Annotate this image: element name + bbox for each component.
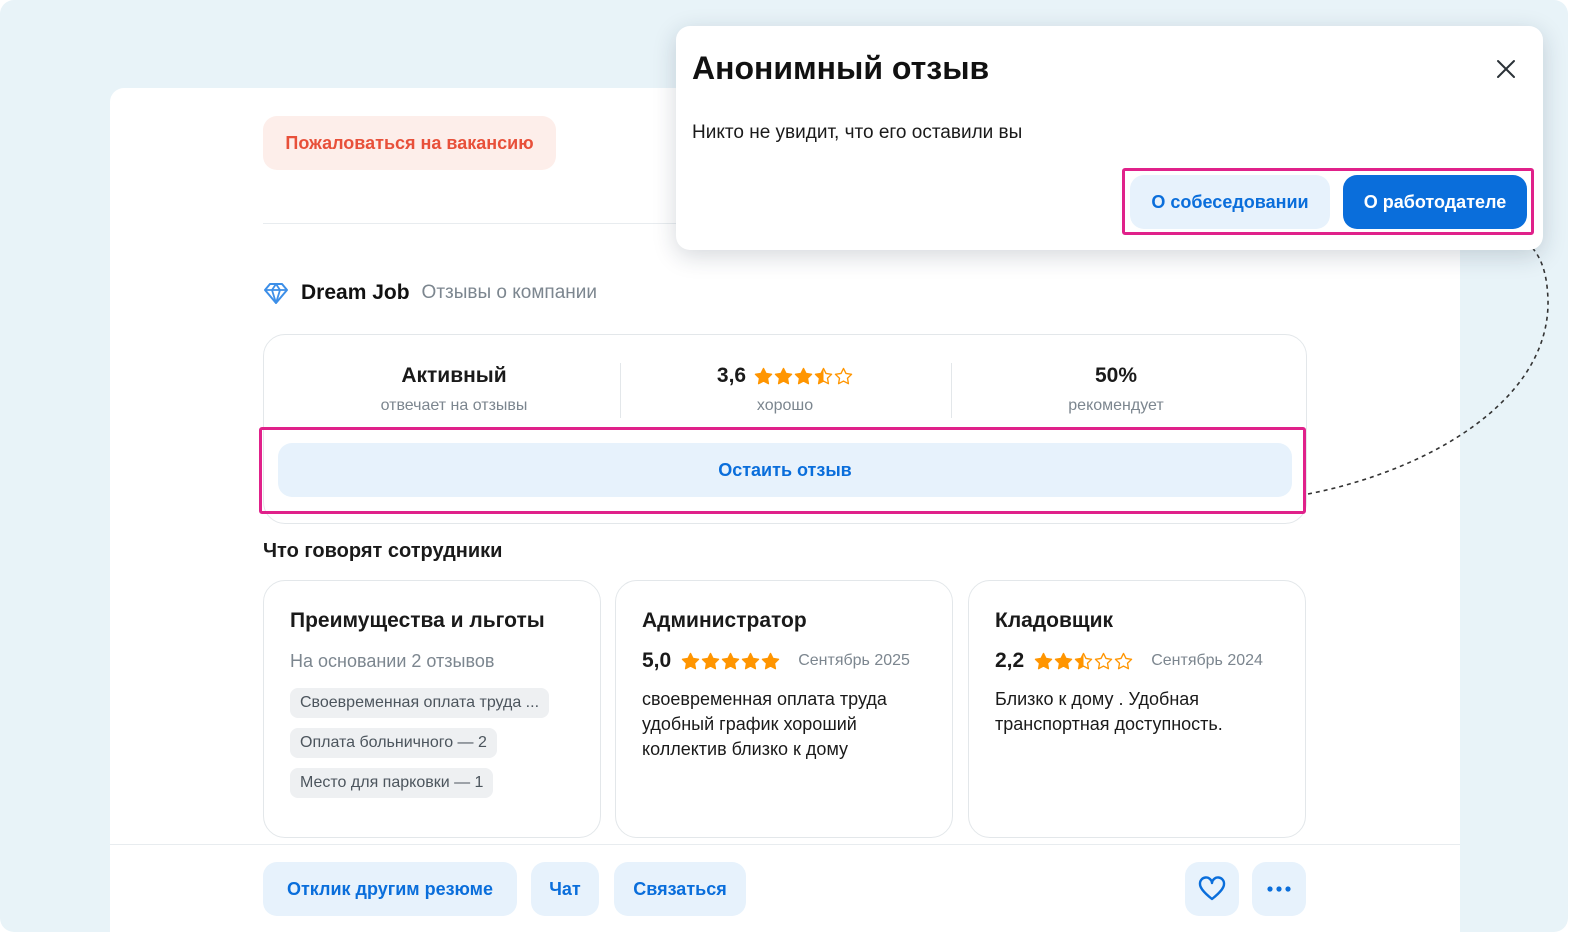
rating-stars [754, 367, 853, 386]
star-icon [1074, 652, 1093, 669]
bottom-action-bar: Отклик другим резюме Чат Связаться [110, 844, 1460, 932]
review-card[interactable]: Администратор 5,0 Сентябрь 2025 своеврем… [615, 580, 953, 838]
chat-button[interactable]: Чат [531, 862, 599, 916]
about-employer-button[interactable]: О работодателе [1343, 175, 1527, 229]
review-date: Сентябрь 2024 [1151, 652, 1263, 669]
review-role: Кладовщик [995, 609, 1114, 632]
benefits-title: Преимущества и льготы [290, 609, 545, 632]
heart-icon [1198, 876, 1226, 901]
stat-value: 3,6 [716, 364, 747, 387]
rating-stars [1034, 652, 1133, 671]
popup-description: Никто не увидит, что его оставили вы [692, 122, 1023, 143]
star-icon [681, 652, 700, 669]
star-icon [834, 367, 853, 384]
star-icon [1094, 652, 1113, 669]
benefits-card[interactable]: Преимущества и льготы На основании 2 отз… [263, 580, 601, 838]
anonymous-review-popup: Анонимный отзыв Никто не увидит, что его… [676, 26, 1543, 250]
stat-value: Активный [401, 364, 507, 387]
star-icon [754, 367, 773, 384]
benefits-tags: Своевременная оплата труда ... Оплата бо… [290, 678, 574, 798]
favorite-button[interactable] [1185, 862, 1239, 916]
review-text: своевременная оплата труда удобный графи… [642, 689, 887, 759]
review-card[interactable]: Кладовщик 2,2 Сентябрь 2024 Близко к дом… [968, 580, 1306, 838]
review-role: Администратор [642, 609, 807, 632]
benefit-tag: Оплата больничного — 2 [290, 728, 497, 758]
star-icon [794, 367, 813, 384]
respond-other-resume-button[interactable]: Отклик другим резюме [263, 862, 517, 916]
benefit-tag: Место для парковки — 1 [290, 768, 494, 798]
star-icon [814, 367, 833, 384]
stat-activity: Активный отвечает на отзывы [289, 361, 619, 415]
complain-button[interactable]: Пожаловаться на вакансию [263, 116, 556, 170]
diamond-icon [264, 283, 288, 304]
stat-label: рекомендует [1068, 397, 1164, 414]
section-title: Что говорят сотрудники [263, 540, 503, 562]
more-dots-icon [1267, 886, 1291, 892]
star-icon [774, 367, 793, 384]
review-rating: 2,2 Сентябрь 2024 [995, 649, 1279, 673]
review-date: Сентябрь 2025 [798, 652, 910, 669]
company-header: Dream Job Отзывы о компании [263, 278, 597, 308]
star-icon [721, 652, 740, 669]
close-icon[interactable] [1493, 56, 1519, 82]
more-button[interactable] [1252, 862, 1306, 916]
leave-review-button[interactable]: Остаить отзыв [278, 443, 1292, 497]
star-icon [1114, 652, 1133, 669]
rating-stars [681, 652, 780, 671]
popup-title: Анонимный отзыв [692, 50, 990, 86]
stat-value: 50% [1094, 364, 1138, 387]
stat-label: отвечает на отзывы [380, 397, 528, 414]
company-reviews-link[interactable]: Отзывы о компании [422, 282, 597, 304]
star-icon [761, 652, 780, 669]
about-interview-button[interactable]: О собеседовании [1130, 175, 1330, 229]
stat-label: хорошо [756, 397, 814, 414]
star-icon [1054, 652, 1073, 669]
company-name[interactable]: Dream Job [301, 281, 410, 305]
review-rating: 5,0 Сентябрь 2025 [642, 649, 926, 673]
star-icon [1034, 652, 1053, 669]
company-stats-card: Активный отвечает на отзывы 3,6 хорошо 5… [263, 334, 1307, 524]
stat-rating: 3,6 хорошо [620, 361, 950, 415]
review-text: Близко к дому . Удобная транспортная дос… [995, 689, 1223, 734]
star-icon [741, 652, 760, 669]
review-score: 5,0 [642, 649, 672, 672]
star-icon [701, 652, 720, 669]
review-score: 2,2 [995, 649, 1025, 672]
stat-recommend: 50% рекомендует [951, 361, 1281, 415]
benefit-tag: Своевременная оплата труда ... [290, 688, 550, 718]
benefits-subtitle: На основании 2 отзывов [290, 651, 495, 671]
contact-button[interactable]: Связаться [614, 862, 746, 916]
